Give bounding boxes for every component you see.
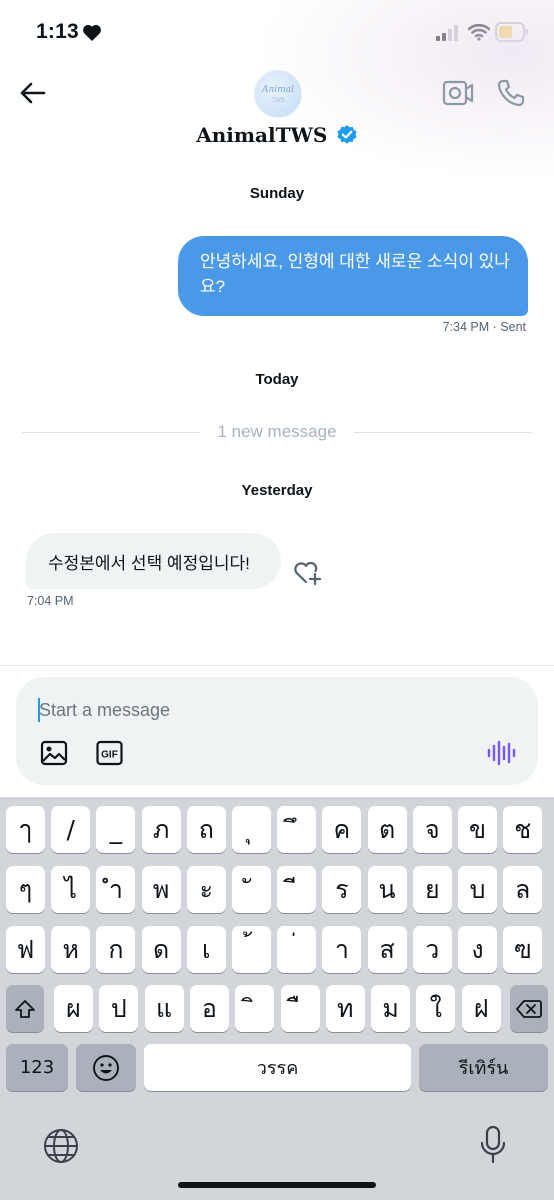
day-label-today: Today <box>255 371 299 388</box>
keyboard-key[interactable]: ช <box>503 806 543 853</box>
new-message-divider-label: 1 new message <box>217 422 337 441</box>
keyboard-key[interactable]: จ <box>412 806 452 853</box>
keyboard-key[interactable]: ้ <box>232 926 271 973</box>
gif-label: GIF <box>101 750 118 761</box>
keyboard-key[interactable]: ผ <box>54 985 93 1032</box>
keyboard-key[interactable]: ต <box>367 806 407 853</box>
verified-badge-icon <box>337 125 357 144</box>
outgoing-message-time: 7:34 PM <box>442 320 490 334</box>
text-caret <box>38 698 40 722</box>
return-key[interactable]: รีเทิร์น <box>419 1044 548 1091</box>
keyboard-key[interactable]: ย <box>412 866 452 913</box>
display-name: AnimalTWS <box>196 123 328 147</box>
avatar[interactable]: Animal TWS <box>254 70 302 118</box>
keyboard-key[interactable]: ภ <box>141 806 181 853</box>
space-key[interactable]: วรรค <box>144 1044 411 1091</box>
keyboard-key[interactable]: ุ <box>232 806 271 853</box>
phone-call-icon[interactable] <box>496 78 526 108</box>
avatar-logo-text: Animal <box>262 85 294 95</box>
avatar-logo-subtext: TWS <box>271 98 285 104</box>
home-indicator <box>178 1182 376 1188</box>
day-label-yesterday: Yesterday <box>241 482 313 499</box>
keyboard-key[interactable]: ป <box>99 985 139 1032</box>
keyboard-key[interactable]: ฃ <box>503 926 543 973</box>
outgoing-message-meta: 7:34 PM · Sent <box>443 320 526 334</box>
day-label-sunday: Sunday <box>249 185 305 202</box>
add-reaction-heart-icon[interactable] <box>292 558 322 586</box>
microphone-icon[interactable] <box>480 1125 506 1165</box>
keyboard-key[interactable]: ึ <box>277 806 317 853</box>
keyboard-key[interactable]: ล <box>503 866 543 913</box>
keyboard-key[interactable]: ด <box>141 926 181 973</box>
keyboard-key[interactable]: ี <box>277 866 317 913</box>
keyboard-key[interactable]: ว <box>412 926 452 973</box>
keyboard-key[interactable]: ฟ <box>6 926 45 973</box>
keyboard-key[interactable]: า <box>322 926 362 973</box>
gif-icon: GIF <box>96 740 123 766</box>
delete-icon <box>516 999 542 1018</box>
status-time: 1:13 <box>36 20 79 43</box>
emoji-key[interactable] <box>76 1044 136 1091</box>
incoming-message-bubble[interactable]: 수정본에서 선택 예정입니다! <box>26 533 281 589</box>
outgoing-message-bubble[interactable]: 안녕하세요, 인형에 대한 새로운 소식이 있나요? <box>178 236 528 316</box>
keyboard-key[interactable]: ่ <box>277 926 317 973</box>
keyboard-key[interactable]: ท <box>325 985 365 1032</box>
keyboard-key[interactable]: อ <box>189 985 229 1032</box>
keyboard-key[interactable]: / <box>51 806 91 853</box>
keyboard-key[interactable]: ะ <box>186 866 226 913</box>
keyboard-key[interactable]: _ <box>96 806 136 853</box>
voice-message-icon[interactable] <box>486 740 516 766</box>
keyboard-key[interactable]: ื <box>280 985 320 1032</box>
keyboard-key[interactable]: ห <box>51 926 91 973</box>
keyboard-key[interactable]: ก <box>96 926 136 973</box>
keyboard-key[interactable]: ง <box>458 926 497 973</box>
video-call-icon[interactable] <box>442 78 474 108</box>
keyboard-key[interactable]: แ <box>144 985 184 1032</box>
numbers-key[interactable]: 123 <box>6 1044 68 1091</box>
keyboard-key[interactable]: ข <box>458 806 497 853</box>
add-photo-icon[interactable] <box>40 740 68 766</box>
globe-icon[interactable] <box>42 1127 80 1165</box>
keyboard-key[interactable]: น <box>367 866 407 913</box>
back-arrow-icon[interactable] <box>18 78 48 108</box>
keyboard-key[interactable]: เ <box>186 926 226 973</box>
keyboard-key[interactable]: ิ <box>235 985 275 1032</box>
keyboard-key[interactable]: ม <box>371 985 411 1032</box>
profile-name-row[interactable]: AnimalTWS <box>0 123 554 147</box>
keyboard-key[interactable]: ไ <box>51 866 91 913</box>
message-composer <box>16 677 538 785</box>
emoji-icon <box>93 1054 119 1081</box>
keyboard-key[interactable]: ค <box>322 806 362 853</box>
keyboard-key[interactable]: ฝ <box>461 985 501 1032</box>
keyboard-key[interactable]: ั <box>232 866 271 913</box>
shift-arrow-icon <box>15 999 35 1018</box>
keyboard-key[interactable]: ร <box>322 866 362 913</box>
keyboard-key[interactable]: ำ <box>96 866 136 913</box>
message-input[interactable] <box>39 696 459 724</box>
keyboard-key[interactable]: ส <box>367 926 407 973</box>
keyboard-key[interactable]: ถ <box>186 806 226 853</box>
keyboard-key[interactable]: พ <box>141 866 181 913</box>
heart-icon <box>83 24 101 41</box>
gif-button[interactable]: GIF <box>96 740 123 766</box>
keyboard-key[interactable]: บ <box>458 866 497 913</box>
keyboard-key[interactable]: ๆ <box>6 866 45 913</box>
keyboard-key[interactable]: ๅ <box>6 806 45 853</box>
backspace-key[interactable] <box>510 985 548 1032</box>
incoming-message-time: 7:04 PM <box>27 594 74 608</box>
shift-key[interactable] <box>6 985 44 1032</box>
keyboard-key[interactable]: ใ <box>416 985 456 1032</box>
composer-separator <box>0 665 554 666</box>
outgoing-message-status: · Sent <box>492 320 526 334</box>
